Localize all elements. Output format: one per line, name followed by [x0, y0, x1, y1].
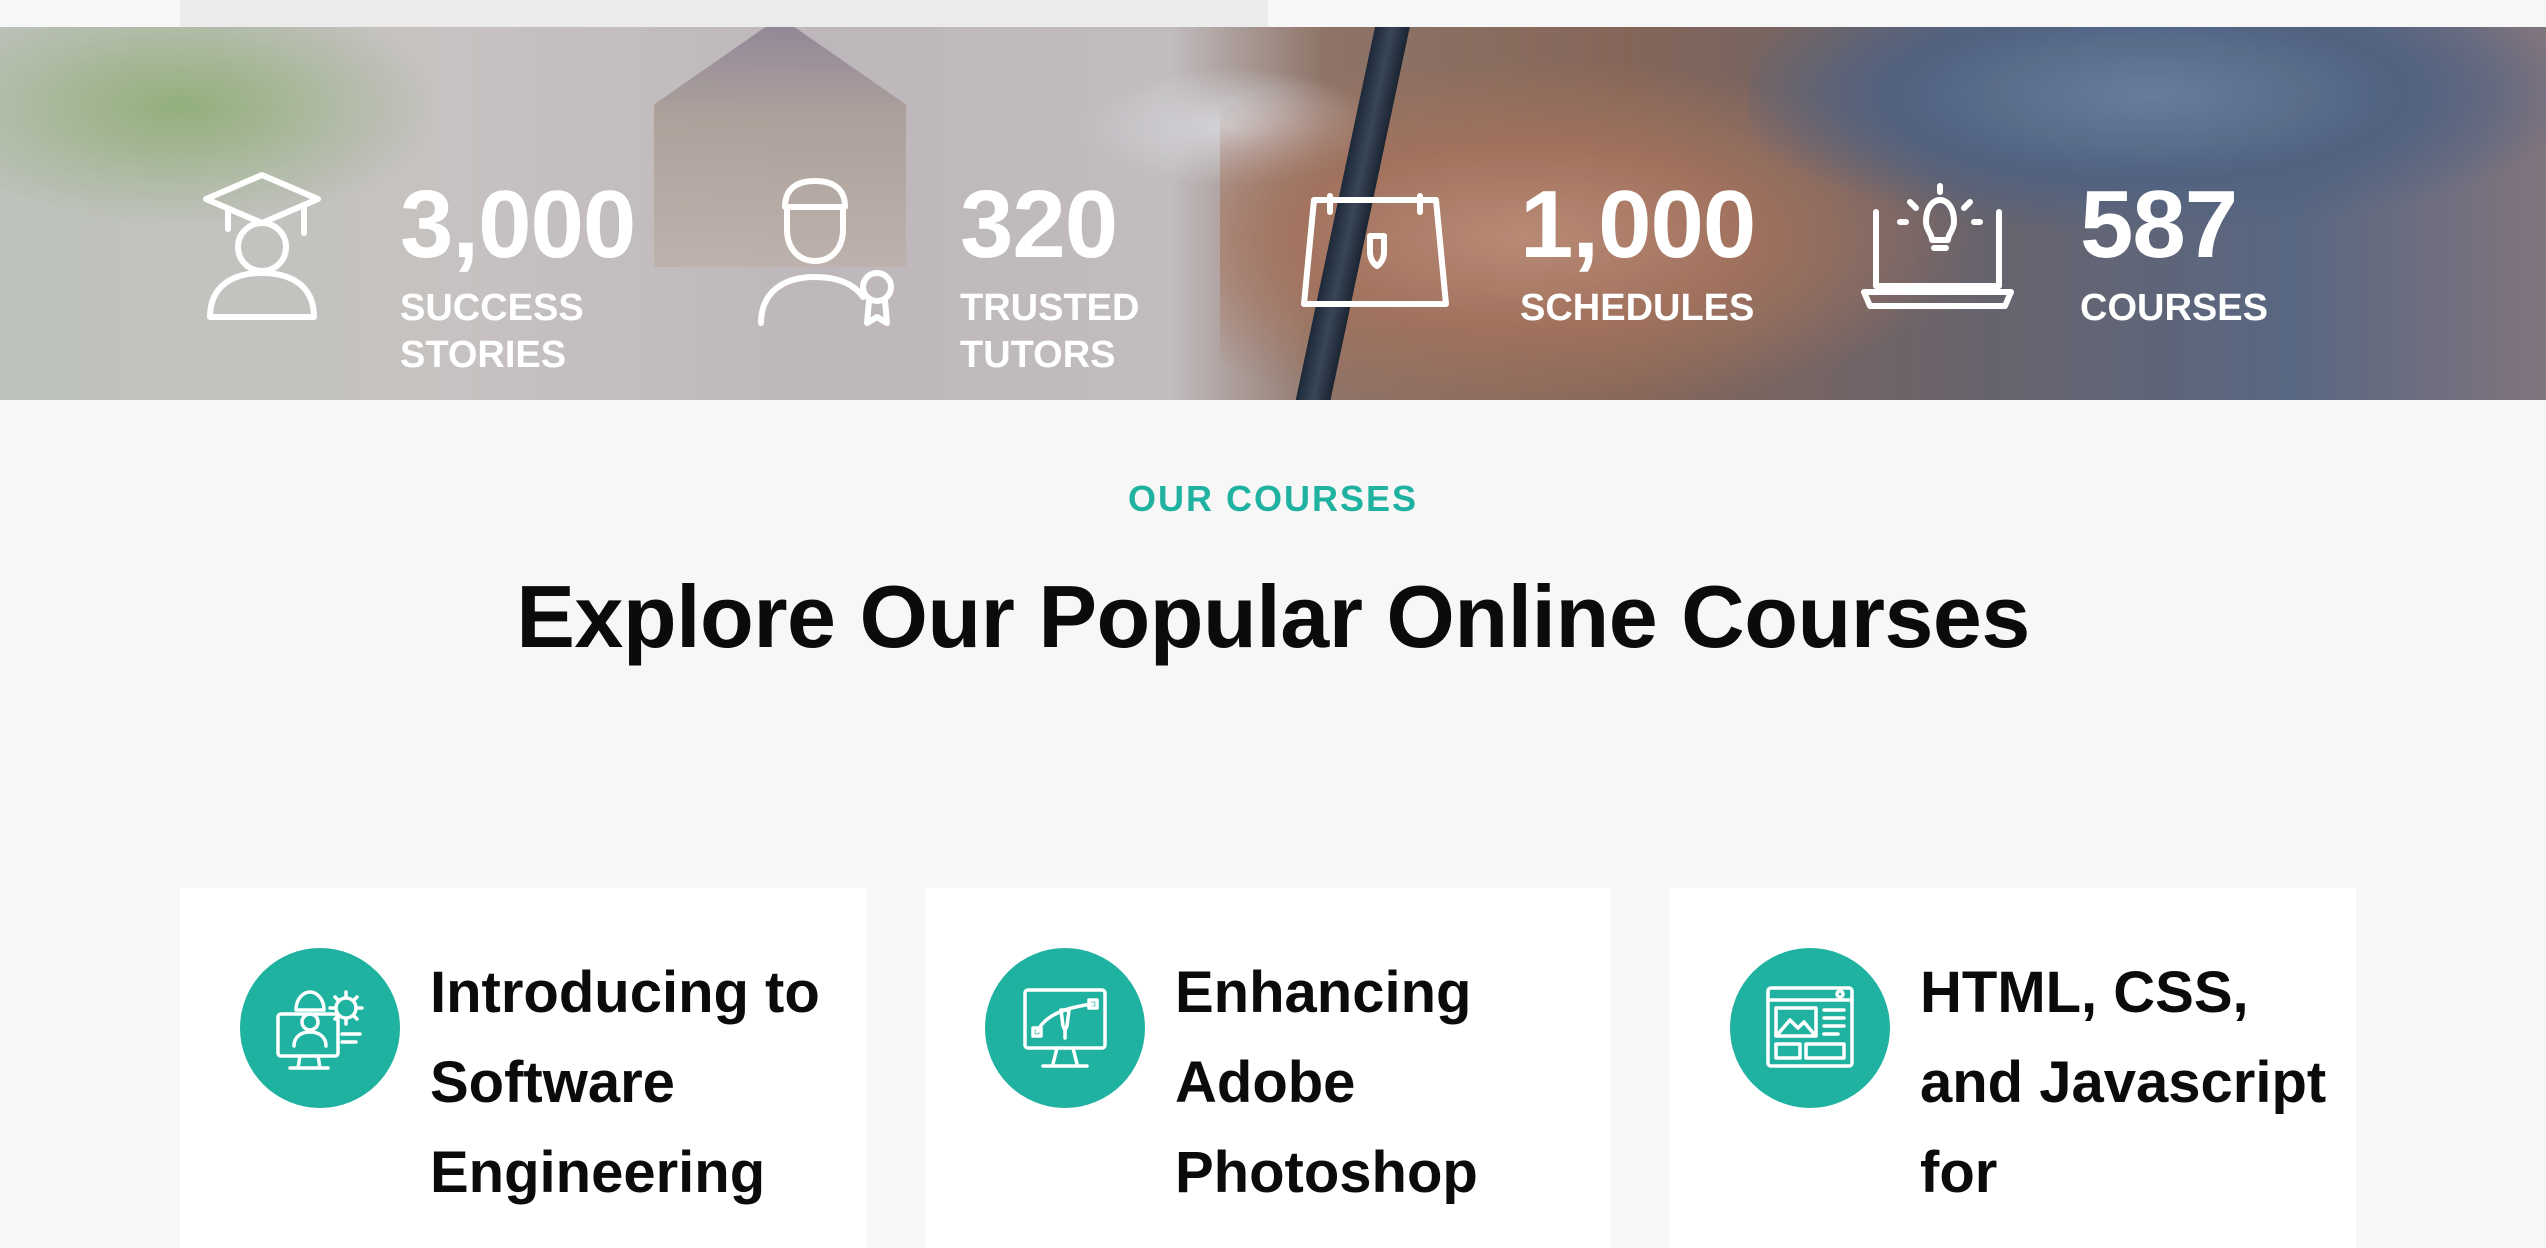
course-title[interactable]: Introducing to Software Engineering — [430, 948, 850, 1218]
stat-label: SUCCESS STORIES — [400, 287, 584, 376]
course-card[interactable]: HTML, CSS, and Javascript for — [1670, 888, 2356, 1248]
course-icon-badge — [1730, 948, 1890, 1108]
web-layout-icon — [1766, 986, 1854, 1068]
top-strip — [0, 0, 2546, 27]
tutor-icon — [758, 178, 894, 326]
stat-label: TRUSTED TUTORS — [960, 287, 1140, 376]
stat-label: COURSES — [2080, 287, 2268, 329]
course-title[interactable]: HTML, CSS, and Javascript for — [1920, 948, 2340, 1218]
stat-value: 320 — [960, 171, 1118, 278]
graduate-icon — [203, 172, 321, 320]
course-card[interactable]: Enhancing Adobe Photoshop — [925, 888, 1611, 1248]
top-bar-panel — [180, 0, 1268, 27]
stat-value: 587 — [2080, 171, 2238, 278]
stat-value: 1,000 — [1520, 171, 1756, 278]
stat-courses: 587 COURSES — [1860, 27, 2380, 400]
stat-value: 3,000 — [400, 171, 636, 278]
stat-success-stories: 3,000 SUCCESS STORIES — [200, 27, 700, 400]
calendar-icon — [1301, 193, 1449, 307]
stat-trusted-tutors: 320 TRUSTED TUTORS — [755, 27, 1255, 400]
stat-label: SCHEDULES — [1520, 287, 1755, 329]
course-card[interactable]: Introducing to Software Engineering — [180, 888, 866, 1248]
section-eyebrow: OUR COURSES — [1127, 478, 1419, 519]
section-title: Explore Our Popular Online Courses — [516, 567, 2030, 666]
design-monitor-icon — [1023, 988, 1107, 1068]
course-icon-badge — [240, 948, 400, 1108]
course-icon-badge — [985, 948, 1145, 1108]
course-title[interactable]: Enhancing Adobe Photoshop — [1175, 948, 1595, 1218]
engineer-monitor-icon — [276, 990, 364, 1070]
stat-schedules: 1,000 SCHEDULES — [1300, 27, 1820, 400]
stats-banner: 3,000 SUCCESS STORIES 320 TRUSTED TUTORS… — [0, 27, 2546, 400]
laptop-idea-icon — [1861, 183, 2014, 309]
